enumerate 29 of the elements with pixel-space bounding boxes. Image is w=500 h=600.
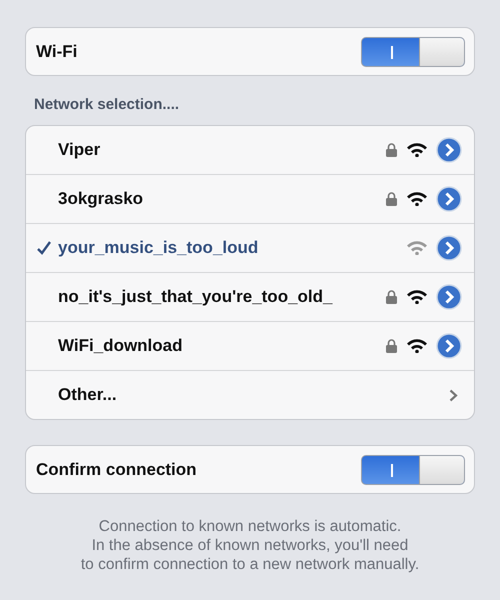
network-name: Other...: [58, 385, 117, 405]
network-row[interactable]: your_music_is_too_loud: [26, 223, 474, 272]
wifi-signal-icon: [407, 290, 427, 304]
wifi-signal-icon: [407, 339, 427, 353]
chevron-icon: [449, 388, 458, 402]
section-header: Network selection....: [34, 96, 180, 115]
wifi-signal-icon: [407, 241, 427, 255]
wifi-label: Wi-Fi: [36, 42, 78, 62]
network-row[interactable]: 3okgrasko: [26, 174, 474, 223]
confirm-toggle[interactable]: [361, 454, 465, 484]
detail-disclosure-button[interactable]: [436, 284, 462, 310]
footer-note: Connection to known networks is automatic. In the absence of known networks, you'll need to confirm connection to a new network manually.: [80, 517, 420, 574]
detail-disclosure-button[interactable]: [436, 333, 462, 359]
detail-disclosure-button[interactable]: [436, 137, 462, 163]
network-row[interactable]: Other...: [26, 370, 474, 419]
wifi-signal-icon: [407, 143, 427, 157]
network-row[interactable]: no_it's_just_that_you're_too_old_: [26, 272, 474, 321]
network-name: 3okgrasko: [58, 189, 144, 209]
network-name: your_music_is_too_loud: [58, 238, 258, 258]
network-row[interactable]: Viper: [26, 126, 474, 174]
network-name: no_it's_just_that_you're_too_old_: [58, 287, 332, 307]
detail-disclosure-button[interactable]: [436, 186, 462, 212]
network-row[interactable]: WiFi_download: [26, 321, 474, 370]
network-name: Viper: [58, 140, 100, 160]
wifi-toggle[interactable]: [361, 36, 465, 66]
network-name: WiFi_download: [58, 336, 183, 356]
confirm-connection-label: Confirm connection: [36, 460, 198, 480]
wifi-signal-icon: [407, 192, 427, 206]
detail-disclosure-button[interactable]: [436, 235, 462, 261]
